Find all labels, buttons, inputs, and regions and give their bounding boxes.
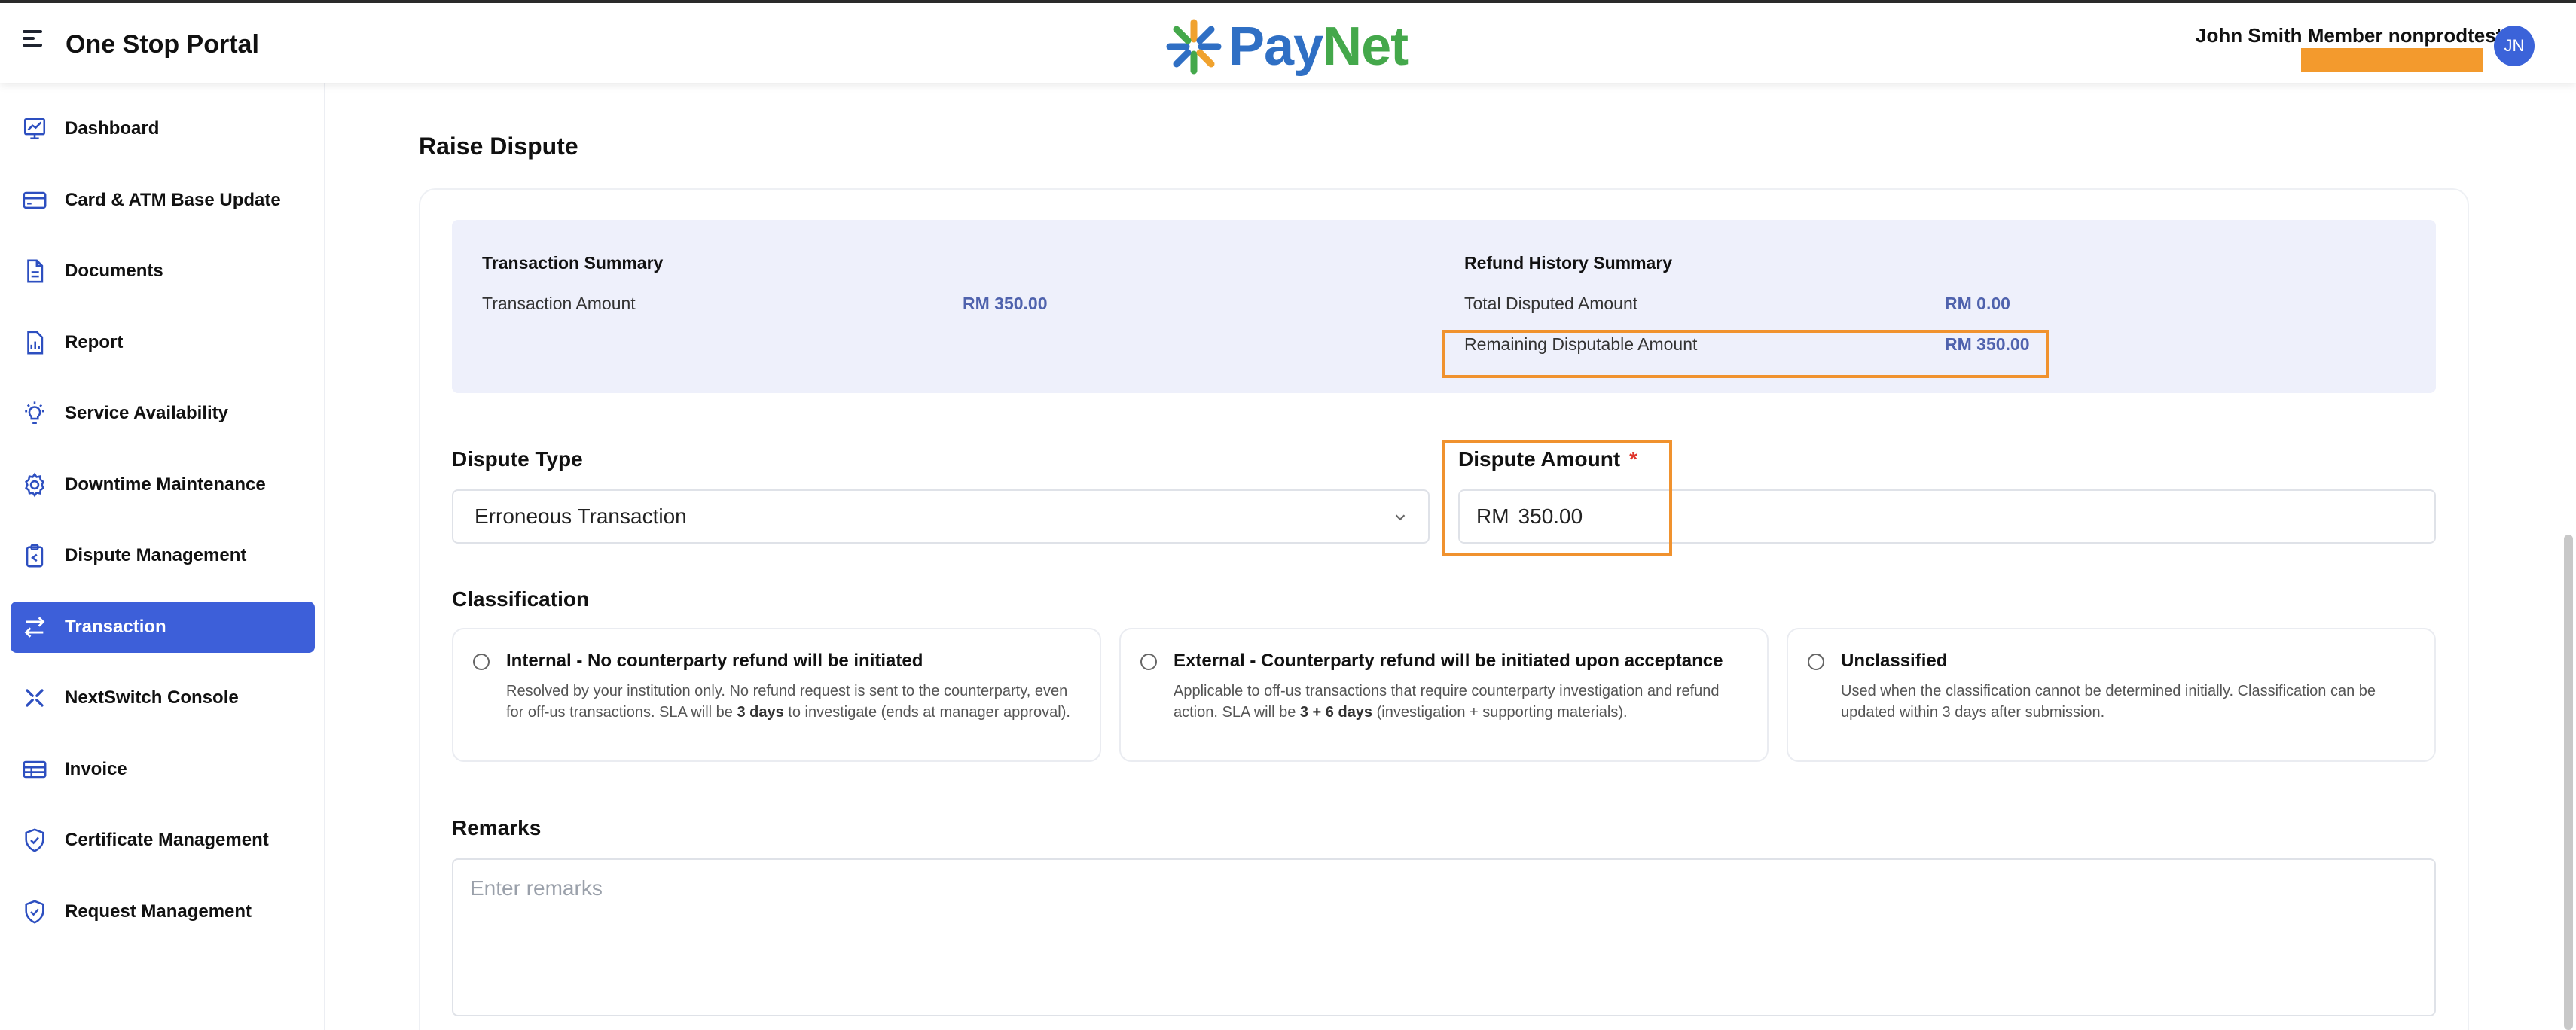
clipboard-icon <box>21 542 48 569</box>
user-name: John Smith Member nonprodtest <box>2196 24 2503 47</box>
document-icon <box>21 258 48 285</box>
sidebar-item-nextswitch-console[interactable]: NextSwitch Console <box>11 672 315 724</box>
shield-check-icon <box>21 898 48 925</box>
remarks-label: Remarks <box>452 816 542 840</box>
classification-option-internal[interactable]: Internal - No counterparty refund will b… <box>452 628 1101 762</box>
classification-desc: Resolved by your institution only. No re… <box>506 683 1070 721</box>
total-disputed-label: Total Disputed Amount <box>1464 294 1638 313</box>
page-scrollbar[interactable] <box>2564 535 2573 1030</box>
sidebar-item-documents[interactable]: Documents <box>11 245 315 297</box>
top-header: One Stop Portal PayNet John Smith Member… <box>0 3 2576 83</box>
redacted-info <box>2301 48 2483 72</box>
classification-desc: Applicable to off-us transactions that r… <box>1174 683 1720 721</box>
paynet-logo[interactable]: PayNet <box>1164 17 1409 77</box>
app-title: One Stop Portal <box>66 30 259 59</box>
transaction-amount-value: RM 350.00 <box>963 294 1048 313</box>
sidebar-item-request-management[interactable]: Request Management <box>11 886 315 937</box>
radio-unclassified[interactable] <box>1808 654 1824 670</box>
total-disputed-value: RM 0.00 <box>1945 294 2010 313</box>
shield-check-icon <box>21 827 48 854</box>
classification-option-unclassified[interactable]: Unclassified Used when the classificatio… <box>1787 628 2436 762</box>
classification-option-external[interactable]: External - Counterparty refund will be i… <box>1119 628 1769 762</box>
page-title: Raise Dispute <box>419 133 578 160</box>
invoice-icon <box>21 756 48 783</box>
remarks-input[interactable] <box>452 858 2436 1016</box>
paynet-logo-icon <box>1166 19 1222 75</box>
classification-label: Classification <box>452 587 590 611</box>
sidebar-item-card-atm[interactable]: Card & ATM Base Update <box>11 175 315 226</box>
classification-desc: Used when the classification cannot be d… <box>1841 683 2376 721</box>
transaction-summary-heading: Transaction Summary <box>482 253 664 273</box>
chevron-down-icon <box>1395 514 1406 521</box>
logo-wordmark: PayNet <box>1228 17 1409 77</box>
sidebar-item-transaction[interactable]: Transaction <box>11 602 315 653</box>
sidebar-item-report[interactable]: Report <box>11 317 315 368</box>
report-icon <box>21 329 48 356</box>
refund-summary-heading: Refund History Summary <box>1464 253 1673 273</box>
dispute-type-label: Dispute Type <box>452 447 583 471</box>
sidebar-item-certificate-management[interactable]: Certificate Management <box>11 815 315 866</box>
sidebar-item-dispute-management[interactable]: Dispute Management <box>11 530 315 581</box>
dispute-type-select[interactable]: Erroneous Transaction <box>452 489 1430 544</box>
sidebar-item-invoice[interactable]: Invoice <box>11 744 315 795</box>
highlight-dispute-amount <box>1442 440 1672 556</box>
transaction-amount-label: Transaction Amount <box>482 294 636 313</box>
sidebar: Dashboard Card & ATM Base Update Documen… <box>0 83 325 1030</box>
avatar[interactable]: JN <box>2494 26 2535 66</box>
lightbulb-icon <box>21 400 48 427</box>
swap-arrows-icon <box>21 614 48 641</box>
chart-board-icon <box>21 115 48 142</box>
card-icon <box>21 187 48 214</box>
menu-icon[interactable] <box>23 30 45 48</box>
sidebar-item-dashboard[interactable]: Dashboard <box>11 103 315 154</box>
nextswitch-icon <box>21 684 48 712</box>
gear-icon <box>21 471 48 498</box>
sidebar-item-downtime-maintenance[interactable]: Downtime Maintenance <box>11 459 315 510</box>
radio-external[interactable] <box>1140 654 1157 670</box>
sidebar-item-service-availability[interactable]: Service Availability <box>11 388 315 439</box>
dispute-type-value: Erroneous Transaction <box>475 504 687 528</box>
highlight-remaining-amount <box>1442 330 2049 378</box>
radio-internal[interactable] <box>473 654 490 670</box>
